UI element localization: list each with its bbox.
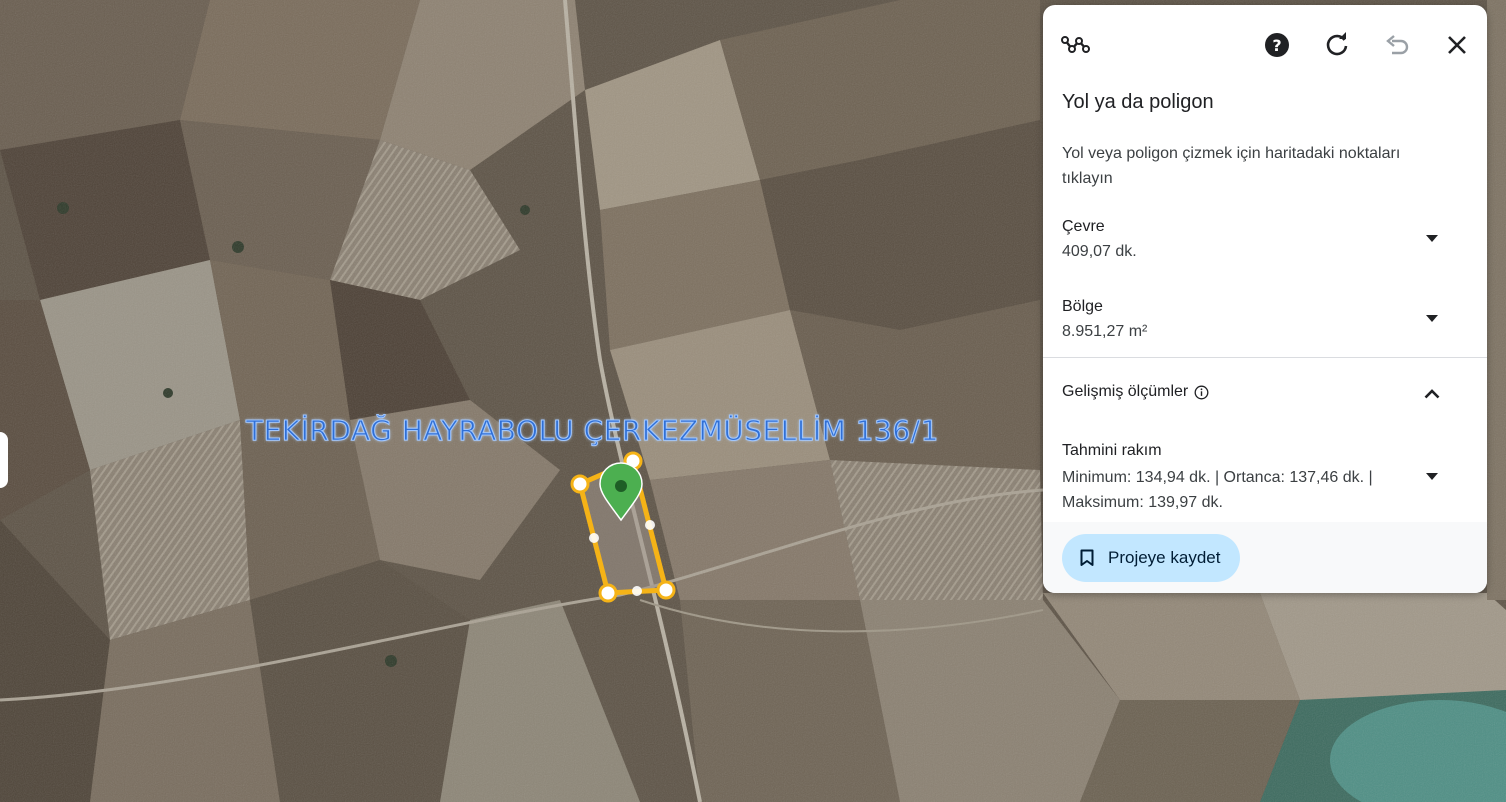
panel-footer: Projeye kaydet <box>1043 522 1487 593</box>
caret-down-icon <box>1426 235 1438 242</box>
refresh-icon[interactable] <box>1321 29 1353 61</box>
polygon-midpoint-handle[interactable] <box>632 586 642 596</box>
polygon-vertex-handle[interactable] <box>570 474 590 494</box>
polygon-midpoint-handle[interactable] <box>645 520 655 530</box>
chevron-up-icon <box>1424 389 1440 399</box>
area-unit-dropdown[interactable] <box>1417 304 1447 334</box>
elevation-values: Minimum: 134,94 dk. | Ortanca: 137,46 dk… <box>1062 469 1373 511</box>
help-icon[interactable]: ? <box>1261 29 1293 61</box>
svg-text:?: ? <box>1272 36 1281 55</box>
caret-down-icon <box>1426 473 1438 480</box>
advanced-measurements-header[interactable]: Gelişmiş ölçümler <box>1062 383 1209 401</box>
bookmark-icon <box>1080 549 1094 566</box>
collapse-advanced-button[interactable] <box>1417 379 1447 409</box>
path-measure-icon <box>1060 29 1092 61</box>
measure-panel: ? Yol ya da poligon Yol veya poligon çiz… <box>1043 5 1487 593</box>
perimeter-label: Çevre <box>1062 218 1105 235</box>
area-value: 8.951,27 m² <box>1062 323 1148 340</box>
area-label: Bölge <box>1062 298 1103 315</box>
close-icon[interactable] <box>1441 29 1473 61</box>
divider <box>1043 357 1487 358</box>
info-icon[interactable] <box>1194 385 1209 400</box>
polygon-midpoint-handle[interactable] <box>589 533 599 543</box>
perimeter-unit-dropdown[interactable] <box>1417 224 1447 254</box>
perimeter-value: 409,07 dk. <box>1062 243 1137 260</box>
elevation-unit-dropdown[interactable] <box>1417 462 1447 492</box>
polygon-vertex-handle[interactable] <box>598 583 618 603</box>
panel-description: Yol veya poligon çizmek için haritadaki … <box>1062 145 1401 187</box>
caret-down-icon <box>1426 315 1438 322</box>
panel-title: Yol ya da poligon <box>1062 91 1214 113</box>
save-to-project-button[interactable]: Projeye kaydet <box>1062 534 1241 582</box>
side-panel-toggle[interactable] <box>0 432 8 488</box>
polygon-vertex-handle[interactable] <box>656 580 676 600</box>
advanced-measurements-label: Gelişmiş ölçümler <box>1062 383 1189 400</box>
save-to-project-label: Projeye kaydet <box>1108 548 1221 567</box>
elevation-label: Tahmini rakım <box>1062 442 1162 459</box>
place-label: TEKİRDAĞ HAYRABOLU ÇERKEZMÜSELLİM 136/1 <box>246 414 939 448</box>
undo-icon[interactable] <box>1381 29 1413 61</box>
